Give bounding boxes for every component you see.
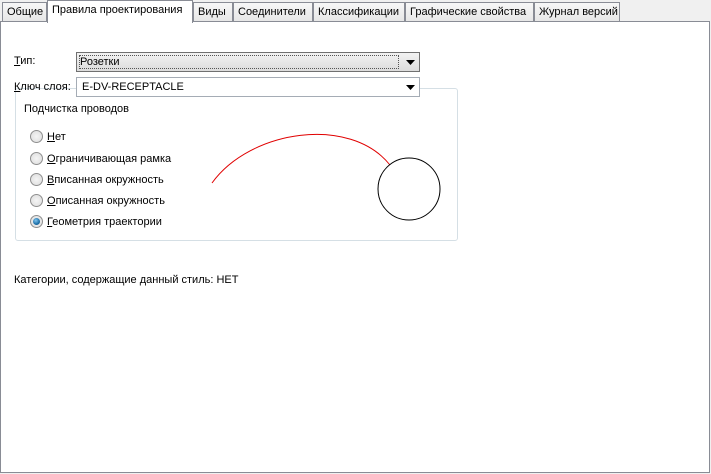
radio-label: Ограничивающая рамка xyxy=(47,152,172,165)
type-dropdown[interactable]: Розетки xyxy=(76,52,420,72)
tab-label: Графические свойства xyxy=(410,6,527,18)
tab-views[interactable]: Виды xyxy=(193,2,233,22)
tab-label: Правила проектирования xyxy=(52,4,183,16)
radio-label: Геометрия траектории xyxy=(47,215,162,228)
wire-cleanup-title: Подчистка проводов xyxy=(22,103,132,115)
radio-circle xyxy=(30,173,43,186)
tab-strip: Общие Правила проектирования Виды Соедин… xyxy=(0,0,711,23)
wire-arc xyxy=(211,133,391,184)
radio-label: Описанная окружность xyxy=(47,194,165,207)
chevron-down-icon xyxy=(402,79,418,95)
radio-path-geometry[interactable]: Геометрия траектории xyxy=(30,215,162,228)
layer-key-value: E-DV-RECEPTACLE xyxy=(82,81,184,93)
type-label: Тип: xyxy=(14,55,36,67)
radio-circle-selected xyxy=(30,215,43,228)
radio-none[interactable]: Нет xyxy=(30,130,66,143)
tab-connectors[interactable]: Соединители xyxy=(233,2,313,22)
tab-label: Общие xyxy=(7,6,44,18)
device-circle xyxy=(377,157,441,221)
categories-text: Категории, содержащие данный стиль: НЕТ xyxy=(14,274,239,286)
tab-version-history[interactable]: Журнал версий xyxy=(534,2,620,22)
tab-label: Виды xyxy=(198,6,226,18)
tab-label: Классификации xyxy=(318,6,400,18)
tab-label: Соединители xyxy=(238,6,306,18)
wire-cleanup-preview xyxy=(211,133,441,221)
tab-label: Журнал версий xyxy=(539,6,618,18)
tab-classifications[interactable]: Классификации xyxy=(313,2,405,22)
focus-rect xyxy=(79,55,399,69)
radio-label: Нет xyxy=(47,130,66,143)
radio-label: Вписанная окружность xyxy=(47,173,164,186)
layer-key-label: Ключ слоя: xyxy=(14,81,71,93)
tab-graphic-properties[interactable]: Графические свойства xyxy=(405,2,534,22)
radio-circle xyxy=(30,130,43,143)
radio-inscribed-circle[interactable]: Вписанная окружность xyxy=(30,173,164,186)
layer-key-dropdown[interactable]: E-DV-RECEPTACLE xyxy=(76,77,420,97)
tab-design-rules[interactable]: Правила проектирования xyxy=(47,0,193,23)
radio-circumscribed-circle[interactable]: Описанная окружность xyxy=(30,194,165,207)
type-dropdown-value: Розетки xyxy=(80,56,120,68)
tab-general[interactable]: Общие xyxy=(2,2,47,22)
radio-circle xyxy=(30,152,43,165)
radio-circle xyxy=(30,194,43,207)
chevron-down-icon xyxy=(402,54,418,70)
radio-bounding-box[interactable]: Ограничивающая рамка xyxy=(30,152,171,165)
